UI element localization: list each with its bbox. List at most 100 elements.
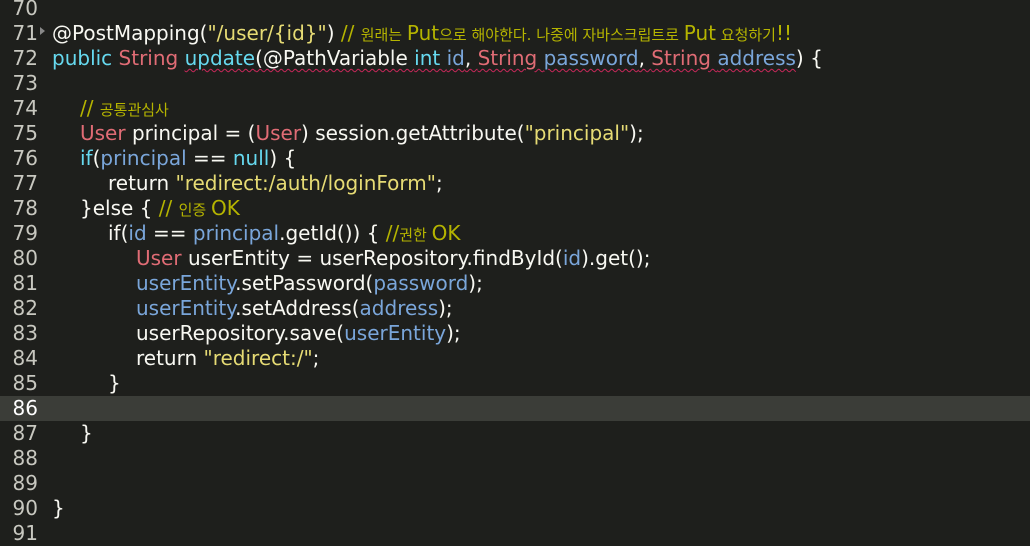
code-token: 권한 xyxy=(399,226,432,244)
code-text: if(id == principal.getId()) { //권한 OK xyxy=(108,221,460,248)
code-token: } xyxy=(108,371,121,395)
code-token: OK xyxy=(210,196,240,220)
line-number: 89 xyxy=(12,471,38,495)
code-text: userEntity.setPassword(password); xyxy=(136,271,483,296)
code-line[interactable]: 90} xyxy=(0,496,1030,521)
code-line[interactable]: 82 userEntity.setAddress(address); xyxy=(0,296,1030,321)
code-token: userEntity xyxy=(136,271,236,295)
code-line[interactable]: 86 xyxy=(0,396,1030,421)
code-token: Put xyxy=(683,21,716,45)
code-token: userEntity xyxy=(344,321,447,345)
code-token: ; xyxy=(312,346,320,370)
code-token: User xyxy=(136,246,188,270)
code-line[interactable]: 70 xyxy=(0,0,1030,21)
code-token: @PostMapping( xyxy=(52,21,208,45)
line-number: 83 xyxy=(12,321,38,345)
code-token: } xyxy=(52,496,65,520)
code-line[interactable]: 81 userEntity.setPassword(password); xyxy=(0,271,1030,296)
code-token: password xyxy=(373,271,469,295)
line-number: 72 xyxy=(12,46,38,70)
code-token: String xyxy=(477,46,544,70)
code-token: String xyxy=(118,46,185,70)
code-line[interactable]: 91 xyxy=(0,521,1030,546)
code-token: address xyxy=(359,296,439,320)
code-token: return xyxy=(136,346,204,370)
code-text: } xyxy=(52,496,65,521)
code-line[interactable]: 83 userRepository.save(userEntity); xyxy=(0,321,1030,346)
code-text: @PostMapping("/user/{id}") // 원래는 Put으로 … xyxy=(52,21,792,48)
code-token: null xyxy=(232,146,270,170)
code-line[interactable]: 85} xyxy=(0,371,1030,396)
line-number: 73 xyxy=(12,71,38,95)
code-text: return "redirect:/"; xyxy=(136,346,319,371)
code-token: update xyxy=(184,46,256,70)
code-token: principal = ( xyxy=(131,121,256,145)
code-token: String xyxy=(651,46,718,70)
code-token: "redirect:/auth/loginForm" xyxy=(175,171,436,195)
code-token: .setPassword( xyxy=(235,271,374,295)
code-token: if xyxy=(80,146,93,170)
code-token: id xyxy=(446,46,465,70)
code-line[interactable]: 87} xyxy=(0,421,1030,446)
code-line[interactable]: 79 if(id == principal.getId()) { //권한 OK xyxy=(0,221,1030,246)
code-token: return xyxy=(108,171,176,195)
code-editor[interactable]: 70 71 @PostMapping("/user/{id}") // 원래는 Pu… xyxy=(0,0,1030,546)
code-token: } xyxy=(80,421,93,445)
code-line[interactable]: 77 return "redirect:/auth/loginForm"; xyxy=(0,171,1030,196)
code-token: 인증 xyxy=(178,201,211,219)
code-text: if(principal == null) { xyxy=(80,146,296,171)
code-line[interactable]: 88 xyxy=(0,446,1030,471)
code-token: == xyxy=(186,146,233,170)
code-text: userEntity.setAddress(address); xyxy=(136,296,453,321)
code-token: id xyxy=(562,246,582,270)
code-line[interactable]: 76 if(principal == null) { xyxy=(0,146,1030,171)
code-token: "/user/{id}" xyxy=(207,21,327,45)
code-token: ).get(); xyxy=(581,246,651,270)
line-number: 75 xyxy=(12,121,38,145)
line-number: 80 xyxy=(12,246,38,270)
code-line[interactable]: 84 return "redirect:/"; xyxy=(0,346,1030,371)
line-number: 90 xyxy=(12,496,38,520)
code-line[interactable]: 73 xyxy=(0,71,1030,96)
code-text: return "redirect:/auth/loginForm"; xyxy=(108,171,443,196)
code-token: .setAddress( xyxy=(235,296,360,320)
code-text: User userEntity = userRepository.findByI… xyxy=(136,246,650,271)
code-token: public xyxy=(52,46,119,70)
line-number: 85 xyxy=(12,371,38,395)
code-token: // xyxy=(385,221,400,245)
line-number: 79 xyxy=(12,221,38,245)
code-line[interactable]: 74 // 공통관심사 xyxy=(0,96,1030,121)
code-token: ); xyxy=(629,121,644,145)
code-token: ); xyxy=(468,271,483,295)
code-line[interactable]: 78}else { // 인증 OK xyxy=(0,196,1030,221)
code-token: ; xyxy=(435,171,443,195)
line-number: 71 xyxy=(12,21,38,45)
line-number: 81 xyxy=(12,271,38,295)
code-token: }else { xyxy=(80,196,159,220)
code-token: // xyxy=(80,96,100,120)
code-token: !! xyxy=(775,21,793,45)
code-token: id xyxy=(128,221,147,245)
code-token: int xyxy=(414,46,447,70)
code-line[interactable]: 75 User principal = (User) session.getAtt… xyxy=(0,121,1030,146)
code-token: address xyxy=(717,46,796,70)
code-text: } xyxy=(108,371,121,396)
code-line[interactable]: 71 @PostMapping("/user/{id}") // 원래는 Put으… xyxy=(0,21,1030,46)
line-number: 86 xyxy=(12,396,38,420)
code-token: password xyxy=(543,46,639,70)
line-number: 84 xyxy=(12,346,38,370)
code-line[interactable]: 89 xyxy=(0,471,1030,496)
code-token: ) xyxy=(326,21,341,45)
line-number: 70 xyxy=(12,0,38,20)
line-number: 77 xyxy=(12,171,38,195)
code-text: userRepository.save(userEntity); xyxy=(136,321,461,346)
code-token: User xyxy=(255,121,302,145)
line-number: 87 xyxy=(12,421,38,445)
code-text: public String update(@PathVariable int i… xyxy=(52,46,823,71)
code-token: principal xyxy=(100,146,187,170)
line-number: 74 xyxy=(12,96,38,120)
fold-arrow-icon[interactable] xyxy=(40,27,45,35)
code-line[interactable]: 72 public String update(@PathVariable int… xyxy=(0,46,1030,71)
code-text: } xyxy=(80,421,93,446)
code-line[interactable]: 80 User userEntity = userRepository.findB… xyxy=(0,246,1030,271)
